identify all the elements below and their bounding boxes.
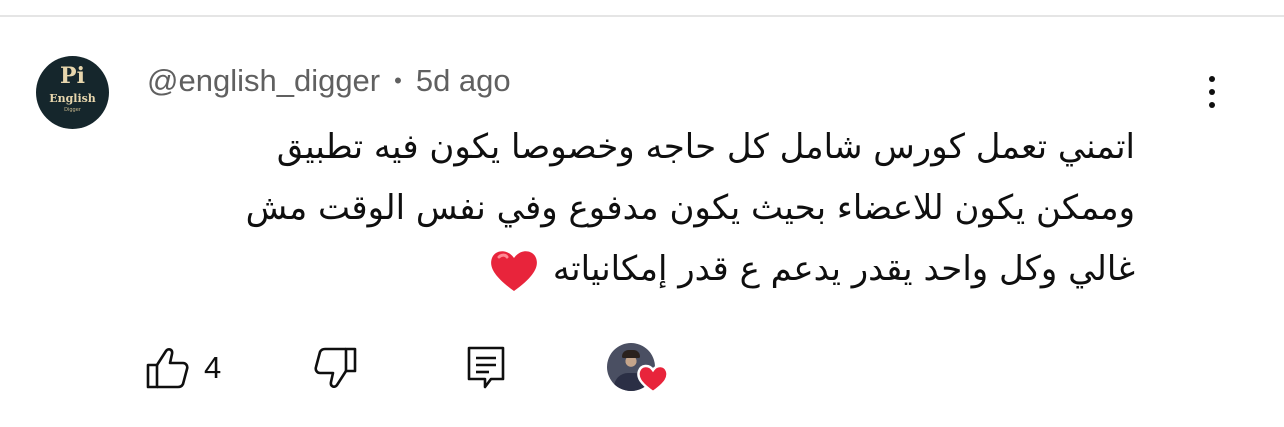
top-divider — [0, 15, 1284, 17]
creator-avatar-hair — [622, 350, 640, 358]
comment-line: اتمني تعمل كورس شامل كل حاجه وخصوصا يكون… — [276, 127, 1135, 167]
dislike-button[interactable] — [314, 345, 358, 391]
reply-comment-icon — [467, 346, 505, 389]
like-count: 4 — [204, 350, 222, 385]
meta-separator: • — [394, 68, 402, 93]
author-handle[interactable]: @english_digger — [147, 63, 380, 99]
avatar-brand-subtext: Digger — [64, 107, 81, 113]
like-button[interactable] — [145, 345, 189, 391]
comment-meta: @english_digger • 5d ago — [147, 62, 511, 100]
comment-age[interactable]: 5d ago — [416, 63, 511, 99]
creator-heart-badge[interactable] — [607, 342, 671, 400]
avatar-brand-text: English — [49, 92, 96, 105]
avatar-monogram: Pi — [60, 63, 85, 89]
thumbs-down-icon — [314, 347, 357, 388]
red-heart-emoji-icon — [491, 250, 537, 291]
comment-line-text: غالي وكل واحد يقدر يدعم ع قدر إمكانياته — [552, 249, 1135, 289]
comment-line-last: غالي وكل واحد يقدر يدعم ع قدر إمكانياته — [135, 239, 1135, 300]
reply-button[interactable] — [465, 345, 507, 391]
comment-line: وممكن يكون للاعضاء بحيث يكون مدفوع وفي ن… — [245, 188, 1135, 228]
author-avatar[interactable]: Pi English Digger — [36, 56, 109, 129]
creator-heart-icon — [637, 364, 669, 394]
more-actions-button[interactable] — [1190, 70, 1234, 114]
comment-text: اتمني تعمل كورس شامل كل حاجه وخصوصا يكون… — [135, 117, 1135, 300]
thumbs-up-icon — [146, 348, 189, 389]
